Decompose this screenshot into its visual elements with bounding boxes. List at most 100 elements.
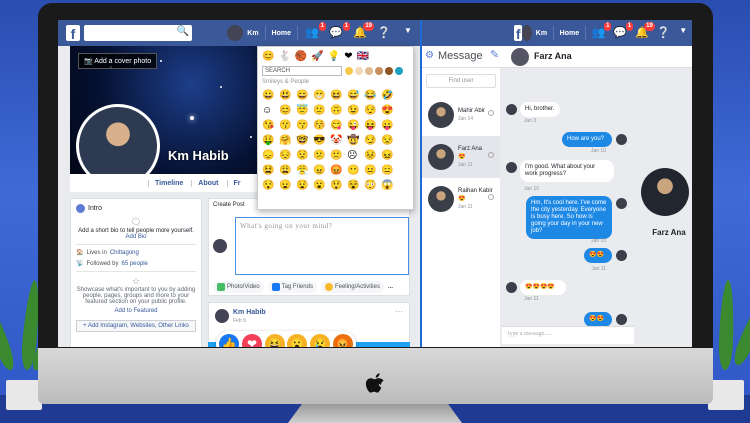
emoji-option[interactable]: 😣	[364, 148, 381, 163]
emoji-option[interactable]: 🤑	[262, 133, 279, 148]
emoji-option[interactable]: 😀	[262, 88, 279, 103]
dropdown-arrow-icon[interactable]: ▼	[679, 26, 688, 40]
contact-item[interactable]: Mahir Abir Jan 14	[422, 94, 500, 136]
post-textarea[interactable]: What's going on your mind?	[235, 217, 409, 275]
emoji-option[interactable]: 😤	[296, 163, 313, 178]
emoji-option[interactable]: 🤓	[296, 133, 313, 148]
like-reaction-icon[interactable]: 👍	[219, 334, 240, 347]
emoji-option[interactable]: ☹	[347, 148, 364, 163]
emoji-option[interactable]: 😋	[330, 118, 347, 133]
emoji-option[interactable]: 😙	[296, 118, 313, 133]
emoji-option[interactable]: 😲	[330, 178, 347, 193]
emoji-option[interactable]: 😇	[296, 103, 313, 118]
emoji-option[interactable]: 🙃	[330, 103, 347, 118]
emoji-option[interactable]: 😮	[313, 178, 330, 193]
gear-icon[interactable]: ⚙	[425, 50, 434, 61]
haha-reaction-icon[interactable]: 😆	[264, 334, 285, 347]
love-reaction-icon[interactable]: ❤	[241, 334, 262, 347]
emoji-option[interactable]: ☺	[262, 103, 279, 118]
feeling-activities-button[interactable]: Feeling/Activities	[320, 281, 384, 293]
emoji-option[interactable]: 😅	[347, 88, 364, 103]
tab-about[interactable]: About	[191, 179, 219, 187]
followers-link[interactable]: 65 people	[122, 261, 148, 267]
contact-item[interactable]: Raihan Kabir 😍 Jan 11	[422, 178, 500, 220]
emoji-option[interactable]: 😘	[262, 118, 279, 133]
emoji-option[interactable]: 😗	[279, 118, 296, 133]
add-to-featured-link[interactable]: Add to Featured	[76, 308, 196, 314]
emoji-tab-5-icon[interactable]: ❤	[344, 51, 352, 62]
emoji-option[interactable]: 😊	[279, 103, 296, 118]
emoji-option[interactable]: 😎	[313, 133, 330, 148]
skin-tone-swatch[interactable]	[395, 67, 403, 75]
emoji-option[interactable]: 😱	[381, 178, 398, 193]
emoji-option[interactable]: 😔	[279, 148, 296, 163]
help-icon[interactable]: ❔	[376, 26, 392, 40]
emoji-option[interactable]: 😚	[313, 118, 330, 133]
emoji-option[interactable]: 🙂	[313, 103, 330, 118]
emoji-option[interactable]: 😆	[330, 88, 347, 103]
skin-tone-swatch[interactable]	[365, 67, 373, 75]
emoji-option[interactable]: 😳	[364, 178, 381, 193]
emoji-option[interactable]: 😫	[262, 163, 279, 178]
emoji-option[interactable]: 😏	[364, 133, 381, 148]
skin-tone-swatch[interactable]	[345, 67, 353, 75]
compose-icon[interactable]: ✎	[490, 48, 499, 61]
emoji-option[interactable]: 😟	[296, 148, 313, 163]
emoji-option[interactable]: 🤣	[381, 88, 398, 103]
emoji-option[interactable]: 😖	[381, 148, 398, 163]
nav-user-name[interactable]: Km	[247, 30, 258, 37]
emoji-option[interactable]: 😂	[364, 88, 381, 103]
avatar[interactable]	[522, 25, 532, 41]
nav-home-link[interactable]: Home	[272, 30, 291, 37]
friend-requests-icon[interactable]: 👥 1	[304, 22, 326, 40]
emoji-option[interactable]: 😉	[347, 103, 364, 118]
facebook-logo-icon[interactable]: f	[66, 25, 80, 42]
emoji-tab-0-icon[interactable]: 😊	[262, 51, 274, 62]
dropdown-arrow-icon[interactable]: ▼	[400, 26, 416, 40]
help-icon[interactable]: ❔	[657, 26, 671, 40]
angry-reaction-icon[interactable]: 😡	[332, 334, 353, 347]
friend-requests-icon[interactable]: 👥 1	[592, 22, 612, 40]
emoji-option[interactable]: 😌	[364, 103, 381, 118]
emoji-option[interactable]: 😑	[381, 163, 398, 178]
emoji-option[interactable]: 🤗	[279, 133, 296, 148]
emoji-option[interactable]: 😄	[296, 88, 313, 103]
emoji-option[interactable]: 😁	[313, 88, 330, 103]
emoji-option[interactable]: 😯	[262, 178, 279, 193]
emoji-option[interactable]: 😶	[347, 163, 364, 178]
emoji-option[interactable]: 😧	[296, 178, 313, 193]
message-input[interactable]: type a message.....	[502, 326, 652, 344]
emoji-option[interactable]: 😕	[313, 148, 330, 163]
tab-timeline[interactable]: Timeline	[148, 179, 183, 187]
add-cover-photo-button[interactable]: 📷 Add a cover photo	[78, 53, 158, 69]
skin-tone-swatch[interactable]	[375, 67, 383, 75]
add-links-button[interactable]: + Add Instagram, Websites, Other Links	[76, 320, 196, 332]
sad-reaction-icon[interactable]: 😢	[309, 334, 330, 347]
skin-tone-swatch[interactable]	[385, 67, 393, 75]
emoji-option[interactable]: 😍	[381, 103, 398, 118]
emoji-option[interactable]: 🙁	[330, 148, 347, 163]
tag-friends-button[interactable]: Tag Friends	[267, 281, 317, 293]
skin-tone-swatch[interactable]	[355, 67, 363, 75]
emoji-option[interactable]: 😵	[347, 178, 364, 193]
wow-reaction-icon[interactable]: 😮	[287, 334, 308, 347]
tab-friends[interactable]: Fr	[226, 179, 241, 187]
emoji-tab-4-icon[interactable]: 💡	[328, 51, 340, 62]
emoji-option[interactable]: 😜	[347, 118, 364, 133]
photo-video-button[interactable]: Photo/Video	[213, 281, 264, 293]
search-input[interactable]: 🔍	[84, 25, 192, 41]
add-bio-link[interactable]: Add Bio	[76, 234, 196, 240]
post-author[interactable]: Km Habib	[233, 309, 266, 316]
emoji-option[interactable]: 😛	[381, 118, 398, 133]
emoji-option[interactable]: 😒	[381, 133, 398, 148]
nav-user-name[interactable]: Km	[536, 30, 547, 37]
emoji-option[interactable]: 😞	[262, 148, 279, 163]
post-options-icon[interactable]: ···	[395, 307, 403, 316]
emoji-option[interactable]: 🤡	[330, 133, 347, 148]
find-user-input[interactable]: Find user	[426, 74, 496, 88]
nav-home-link[interactable]: Home	[560, 30, 579, 37]
emoji-tab-6-icon[interactable]: 🇬🇧	[357, 51, 369, 62]
emoji-option[interactable]: 😠	[313, 163, 330, 178]
emoji-option[interactable]: 😡	[330, 163, 347, 178]
avatar[interactable]	[227, 25, 244, 41]
